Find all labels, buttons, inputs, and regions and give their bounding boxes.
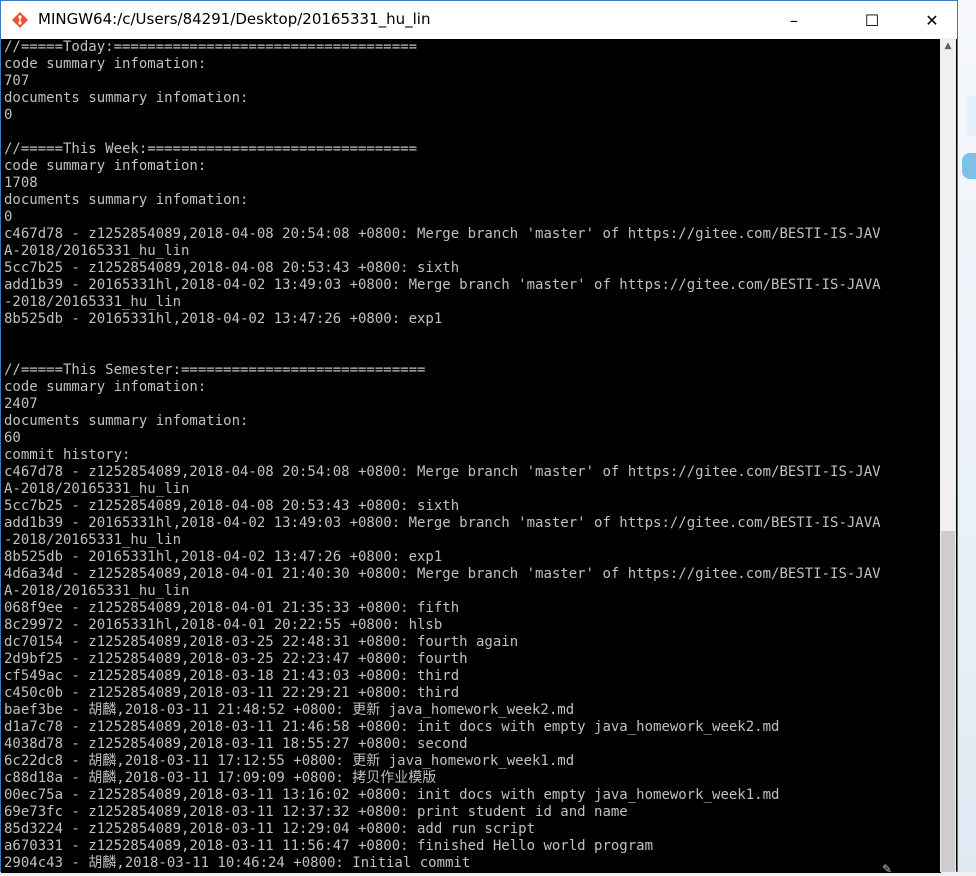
terminal-line: c467d78 - z1252854089,2018-04-08 20:54:0… [4, 464, 881, 480]
vertical-scrollbar[interactable]: ▲ [940, 38, 956, 872]
terminal-line: A-2018/20165331_hu_lin [4, 583, 190, 599]
terminal-line: a670331 - z1252854089,2018-03-11 11:56:4… [4, 838, 654, 854]
terminal-line: code summary infomation: [4, 56, 207, 72]
terminal-line: d1a7c78 - z1252854089,2018-03-11 21:46:5… [4, 719, 780, 735]
scrollbar-thumb[interactable] [941, 531, 955, 872]
maximize-button[interactable]: ☐ [849, 1, 895, 39]
window-title: MINGW64:/c/Users/84291/Desktop/20165331_… [38, 10, 431, 28]
terminal-line: baef3be - 胡麟,2018-03-11 21:48:52 +0800: … [4, 702, 575, 718]
terminal-line: 068f9ee - z1252854089,2018-04-01 21:35:3… [4, 600, 460, 616]
terminal-line: 2407 [4, 396, 38, 412]
terminal-line: documents summary infomation: [4, 192, 249, 208]
terminal-line: A-2018/20165331_hu_lin [4, 481, 190, 497]
terminal-line: 0 [4, 107, 13, 123]
terminal-line: 69e73fc - z1252854089,2018-03-11 12:37:3… [4, 804, 628, 820]
terminal-line: 0 [4, 209, 13, 225]
terminal-line: code summary infomation: [4, 158, 207, 174]
terminal-window: MINGW64:/c/Users/84291/Desktop/20165331_… [0, 0, 958, 873]
terminal-line: 1708 [4, 175, 38, 191]
terminal-line: add1b39 - 20165331hl,2018-04-02 13:49:03… [4, 277, 881, 293]
terminal-line: 4038d78 - z1252854089,2018-03-11 18:55:2… [4, 736, 468, 752]
terminal-line: 2d9bf25 - z1252854089,2018-03-25 22:23:4… [4, 651, 468, 667]
terminal-line: -2018/20165331_hu_lin [4, 532, 182, 548]
git-bash-icon [12, 12, 28, 28]
terminal-line: 00ec75a - z1252854089,2018-03-11 13:16:0… [4, 787, 780, 803]
terminal-line: dc70154 - z1252854089,2018-03-25 22:48:3… [4, 634, 519, 650]
minimize-button[interactable]: – [771, 1, 817, 39]
terminal-line: 2904c43 - 胡麟,2018-03-11 10:46:24 +0800: … [4, 855, 471, 871]
terminal-line: documents summary infomation: [4, 90, 249, 106]
close-button[interactable]: ✕ [909, 1, 955, 39]
scroll-up-icon[interactable]: ▲ [940, 38, 956, 54]
terminal-line: cf549ac - z1252854089,2018-03-18 21:43:0… [4, 668, 460, 684]
terminal-line: //=====Today:===========================… [4, 39, 418, 55]
terminal-line: code summary infomation: [4, 379, 207, 395]
terminal-line: 85d3224 - z1252854089,2018-03-11 12:29:0… [4, 821, 536, 837]
terminal-line: c467d78 - z1252854089,2018-04-08 20:54:0… [4, 226, 881, 242]
terminal-line: commit history: [4, 447, 131, 463]
minimize-icon: – [790, 10, 798, 30]
terminal-line: 8c29972 - 20165331hl,2018-04-01 20:22:55… [4, 617, 443, 633]
desktop-window-edge [966, 96, 976, 136]
terminal-line: c450c0b - z1252854089,2018-03-11 22:29:2… [4, 685, 460, 701]
terminal-line: 6c22dc8 - 胡麟,2018-03-11 17:12:55 +0800: … [4, 753, 575, 769]
terminal-line: //=====This Week:=======================… [4, 141, 418, 157]
terminal-line: 60 [4, 430, 21, 446]
terminal-line: -2018/20165331_hu_lin [4, 294, 182, 310]
pen-cursor-icon: ✎ [882, 862, 893, 876]
terminal-line: c88d18a - 胡麟,2018-03-11 17:09:09 +0800: … [4, 770, 437, 786]
terminal-line: 707 [4, 73, 30, 89]
title-bar[interactable]: MINGW64:/c/Users/84291/Desktop/20165331_… [1, 1, 957, 39]
maximize-icon: ☐ [864, 10, 880, 30]
close-icon: ✕ [925, 10, 939, 30]
terminal-line: 5cc7b25 - z1252854089,2018-04-08 20:53:4… [4, 498, 460, 514]
terminal-line: 5cc7b25 - z1252854089,2018-04-08 20:53:4… [4, 260, 460, 276]
terminal-line: add1b39 - 20165331hl,2018-04-02 13:49:03… [4, 515, 881, 531]
terminal-line: documents summary infomation: [4, 413, 249, 429]
terminal-output[interactable]: //=====Today:===========================… [1, 39, 941, 873]
desktop-icon [962, 153, 976, 179]
terminal-line: 8b525db - 20165331hl,2018-04-02 13:47:26… [4, 549, 443, 565]
terminal-line: A-2018/20165331_hu_lin [4, 243, 190, 259]
terminal-line: 8b525db - 20165331hl,2018-04-02 13:47:26… [4, 311, 443, 327]
terminal-line: //=====This Semester:===================… [4, 362, 426, 378]
terminal-line: 4d6a34d - z1252854089,2018-04-01 21:40:3… [4, 566, 881, 582]
